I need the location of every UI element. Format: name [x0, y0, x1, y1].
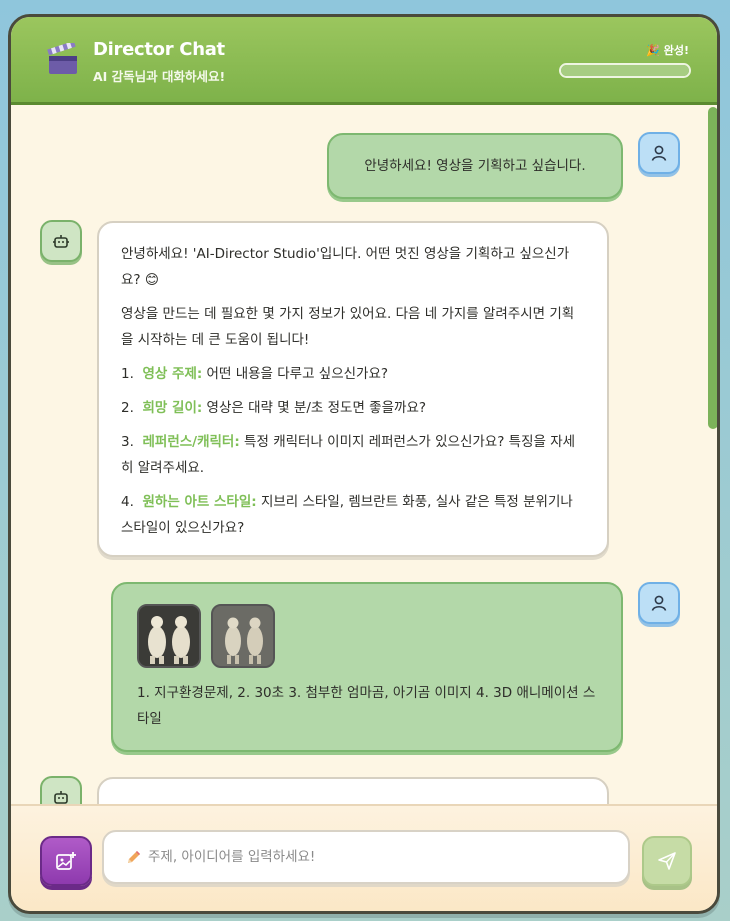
clapperboard-icon — [47, 43, 77, 74]
attachment-list — [137, 604, 597, 674]
completion-status: 🎉 완성! — [646, 44, 689, 57]
list-item: 3. 레퍼런스/캐릭터: 특정 캐릭터나 이미지 레퍼런스가 있으신가요? 특징… — [121, 429, 585, 481]
attachment-thumbnail[interactable] — [211, 604, 276, 668]
message-composer — [11, 804, 717, 911]
message-input[interactable] — [148, 849, 618, 865]
user-message-bubble: 안녕하세요! 영상을 기획하고 싶습니다. — [327, 133, 623, 199]
list-item-label: 레퍼런스/캐릭터: — [142, 434, 240, 450]
bot-message-bubble: 안녕하세요! 'AI-Director Studio'입니다. 어떤 멋진 영상… — [97, 221, 609, 557]
scrollbar-thumb[interactable] — [708, 107, 717, 429]
list-item: 4. 원하는 아트 스타일: 지브리 스타일, 렘브란트 화풍, 실사 같은 특… — [121, 489, 585, 541]
app-title: Director Chat — [93, 39, 225, 60]
message-input-wrapper — [102, 830, 630, 884]
chat-messages[interactable]: 안녕하세요! 영상을 기획하고 싶습니다. 안녕하세요! 'AI-Directo… — [11, 105, 717, 804]
image-plus-icon — [56, 852, 76, 870]
polar-bear-image — [213, 606, 274, 666]
list-item-number: 2. — [121, 400, 134, 416]
robot-icon — [54, 791, 68, 804]
progress-fill — [561, 65, 689, 76]
message-text: 안녕하세요! 영상을 기획하고 싶습니다. — [364, 158, 586, 174]
chat-header: Director Chat AI 감독님과 대화하세요! 🎉 완성! — [11, 17, 717, 105]
bot-intro-2: 영상을 만드는 데 필요한 몇 가지 정보가 있어요. 다음 네 가지를 알려주… — [121, 306, 575, 348]
bot-avatar — [40, 776, 82, 804]
list-item-number: 3. — [121, 434, 134, 450]
polar-bear-image — [139, 606, 199, 666]
robot-icon — [53, 235, 69, 248]
user-icon — [651, 145, 667, 161]
progress-bar — [559, 63, 691, 78]
user-avatar — [638, 582, 680, 624]
bot-intro: 안녕하세요! 'AI-Director Studio'입니다. 어떤 멋진 영상… — [121, 246, 570, 288]
image-upload-button[interactable] — [40, 836, 92, 886]
send-button[interactable] — [642, 836, 692, 886]
list-item-text: 어떤 내용을 다루고 싶으신가요? — [202, 366, 389, 382]
user-icon — [651, 595, 667, 611]
list-item-label: 희망 길이: — [142, 400, 203, 416]
send-icon — [658, 852, 676, 870]
director-chat-window: Director Chat AI 감독님과 대화하세요! 🎉 완성! 안녕하세요… — [8, 14, 720, 914]
list-item-number: 4. — [121, 494, 134, 510]
list-item-label: 영상 주제: — [142, 366, 203, 382]
bot-message-bubble-pending — [97, 777, 609, 804]
user-avatar — [638, 132, 680, 174]
attachment-thumbnail[interactable] — [137, 604, 201, 668]
user-message-bubble: 1. 지구환경문제, 2. 30초 3. 첨부한 엄마곰, 아기곰 이미지 4.… — [111, 582, 623, 752]
chat-scrollbar[interactable] — [708, 105, 717, 804]
list-item: 1. 영상 주제: 어떤 내용을 다루고 싶으신가요? — [121, 361, 585, 387]
pencil-icon — [128, 851, 140, 863]
list-item-label: 원하는 아트 스타일: — [142, 494, 257, 510]
app-subtitle: AI 감독님과 대화하세요! — [93, 69, 226, 84]
list-item: 2. 희망 길이: 영상은 대략 몇 분/초 정도면 좋을까요? — [121, 395, 585, 421]
list-item-number: 1. — [121, 366, 134, 382]
list-item-text: 영상은 대략 몇 분/초 정도면 좋을까요? — [202, 400, 427, 416]
message-text: 1. 지구환경문제, 2. 30초 3. 첨부한 엄마곰, 아기곰 이미지 4.… — [137, 685, 596, 727]
bot-avatar — [40, 220, 82, 262]
